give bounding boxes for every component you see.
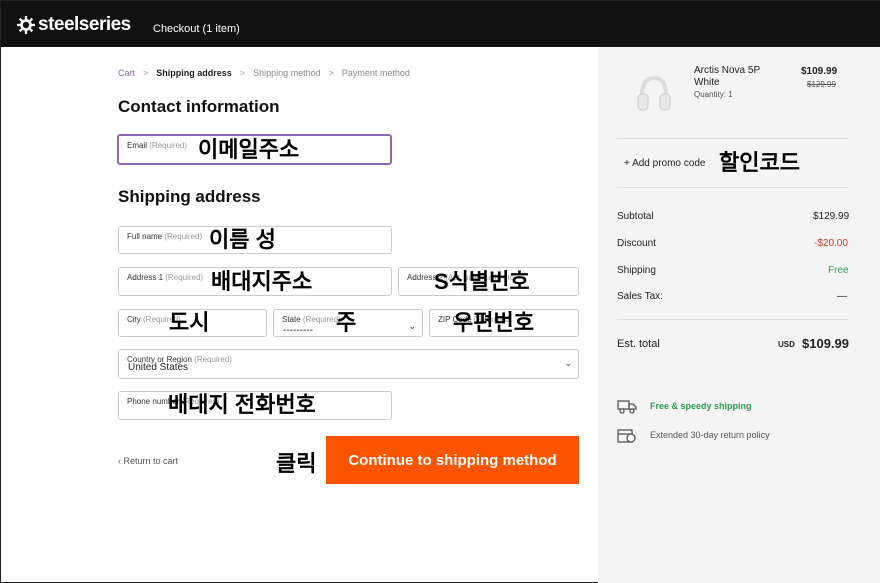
required-tag: (Required) [164,232,203,241]
zip-overlay-annotation: 우편번호 [453,310,534,335]
subtotal-value: $129.99 [813,211,850,222]
breadcrumb-payment-method: Payment method [341,68,410,78]
breadcrumb-separator: > [239,68,246,78]
order-summary-panel [598,47,880,583]
chevron-down-icon: ⌄ [408,321,416,331]
email-label-text: Email [127,141,148,150]
chevron-down-icon: ⌄ [564,358,572,368]
required-tag: (Required) [149,141,188,150]
product-variant: White [694,77,720,88]
city-label-text: City [127,315,141,324]
continue-to-shipping-button[interactable]: Continue to shipping method [326,436,579,484]
address2-overlay-annotation: S식별번호 [434,269,530,294]
phone-overlay-annotation: 배대지 전화번호 [168,392,316,417]
tax-label: Sales Tax: [617,291,663,302]
total-label: Est. total [617,338,660,350]
product-name: Arctis Nova 5P [694,65,761,76]
discount-value: -$20.00 [814,238,848,249]
breadcrumb-shipping-method: Shipping method [253,68,321,78]
required-tag: (Required) [165,273,204,282]
shipping-title: Shipping address [118,187,261,206]
steelseries-logo-icon [17,16,35,34]
checkout-title: Checkout (1 item) [153,23,240,35]
headset-product-image [637,75,671,111]
breadcrumb-separator: > [143,68,149,78]
product-quantity: Quantity: 1 [694,90,733,99]
promo-overlay-annotation: 할인코드 [719,150,800,175]
product-price: $109.99 [801,66,838,77]
address1-overlay-annotation: 배대지주소 [211,269,313,294]
divider [617,138,848,139]
discount-label: Discount [617,238,656,249]
perk-shipping: Free & speedy shipping [650,401,752,411]
subtotal-label: Subtotal [617,211,654,222]
shipping-label: Shipping [617,265,656,276]
required-tag: (Required) [194,355,232,364]
country-value: United States [128,362,189,373]
perk-returns: Extended 30-day return policy [650,430,770,440]
breadcrumb-shipping-address: Shipping address [156,68,232,78]
full-name-label-text: Full name [127,232,163,241]
country-select[interactable]: Country or Region (Required) United Stat… [118,349,579,379]
address1-label-text: Address 1 [127,273,164,282]
brand-logo[interactable]: steelseries [17,14,131,36]
state-label-text: State [282,315,301,324]
return-to-cart-link[interactable]: ‹ Return to cart [118,456,178,466]
truck-icon [617,400,637,414]
product-original-price: $129.99 [807,80,836,89]
add-promo-link[interactable]: + Add promo code [624,158,705,169]
top-header: steelseries Checkout (1 item) [1,1,880,47]
state-overlay-annotation: 주 [336,310,357,335]
breadcrumb-separator: > [328,68,334,78]
total-value: $109.99 [802,336,849,351]
return-box-icon [617,429,636,443]
breadcrumb: Cart > Shipping address > Shipping metho… [118,68,410,78]
state-label: State (Required) [282,315,341,324]
divider [617,187,848,188]
email-overlay-annotation: 이메일주소 [198,137,300,162]
shipping-value: Free [828,265,849,276]
full-name-label: Full name (Required) [127,232,202,241]
city-overlay-annotation: 도시 [169,310,210,335]
divider [617,319,848,320]
contact-title: Contact information [118,97,280,116]
breadcrumb-cart[interactable]: Cart [118,68,135,78]
state-value: --------- [283,325,313,336]
brand-name: steelseries [38,14,131,35]
tax-value: — [837,291,847,302]
email-label: Email (Required) [127,141,187,150]
address1-label: Address 1 (Required) [127,273,203,282]
full-name-overlay-annotation: 이름 성 [209,227,276,252]
total-currency: USD [778,340,795,349]
click-overlay-annotation: 클릭 [276,451,317,476]
